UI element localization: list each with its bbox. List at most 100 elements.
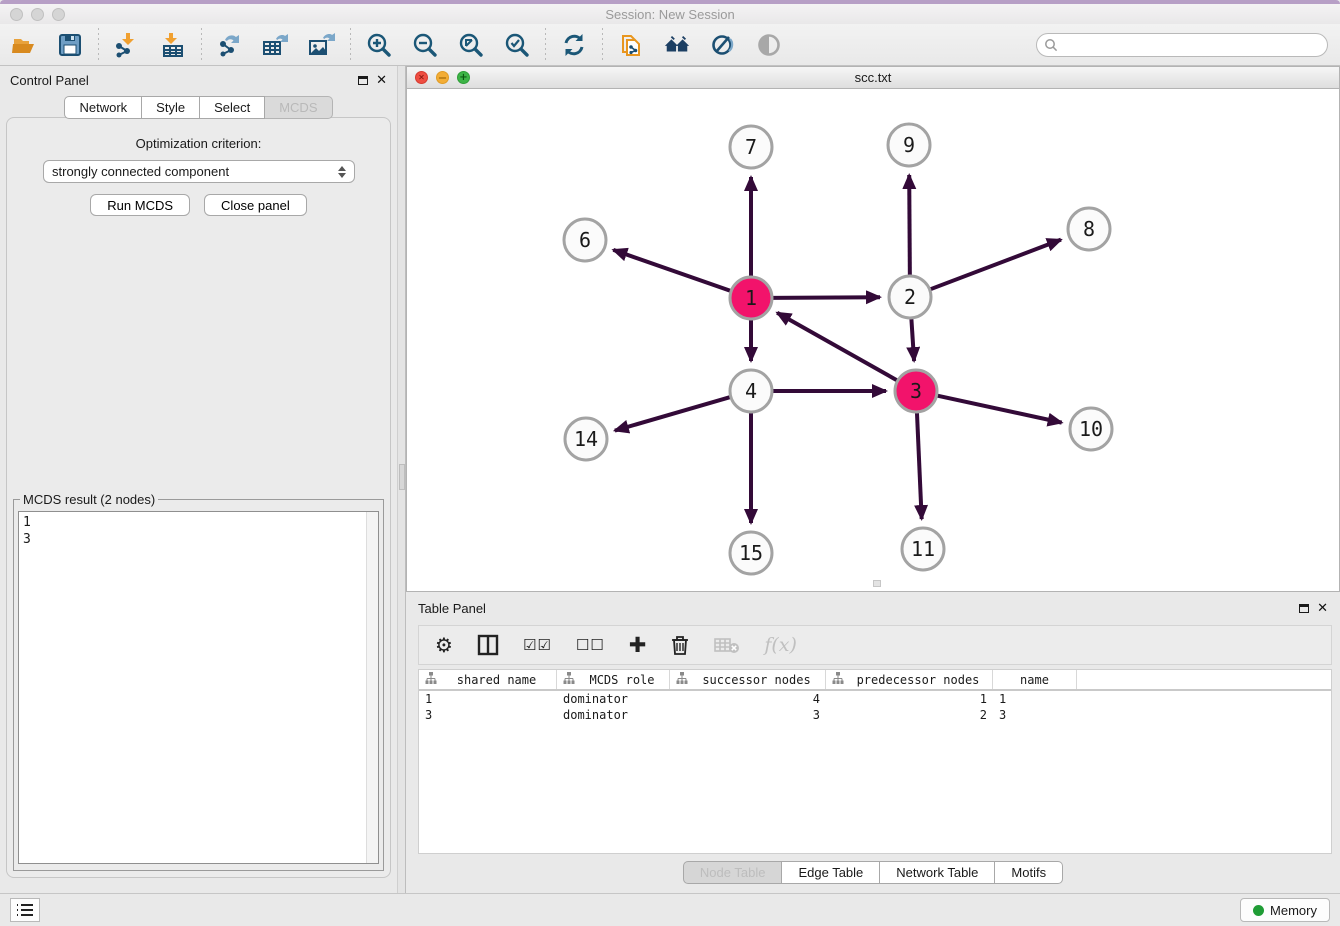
graph-node-10[interactable]: 10 — [1070, 408, 1112, 450]
export-image-icon[interactable] — [308, 31, 336, 59]
tab-node-table[interactable]: Node Table — [683, 861, 783, 884]
zoom-fit-icon[interactable] — [457, 31, 485, 59]
zoom-out-icon[interactable] — [411, 31, 439, 59]
network-view-window: scc.txt 7968124314101511 — [406, 66, 1340, 592]
table-cell[interactable]: 2 — [826, 707, 993, 723]
column-header-label: shared name — [443, 673, 550, 687]
run-mcds-button[interactable]: Run MCDS — [90, 194, 190, 216]
table-cell[interactable]: 3 — [419, 707, 557, 723]
table-body: 1dominator4113dominator323 — [419, 691, 1331, 723]
graph-node-2[interactable]: 2 — [889, 276, 931, 318]
column-layout-icon[interactable] — [477, 634, 499, 656]
search-input[interactable] — [1036, 33, 1328, 57]
network-graph[interactable]: 7 9 6 8 1 2 4 3 14 10 15 11 — [407, 89, 1339, 588]
tab-network[interactable]: Network — [64, 96, 142, 119]
birds-eye-view-icon[interactable] — [755, 31, 783, 59]
table-cell[interactable]: dominator — [557, 691, 670, 707]
table-settings-icon[interactable]: ⚙ — [435, 635, 453, 655]
mcds-result-area[interactable]: 1 3 — [18, 511, 379, 864]
table-cell[interactable]: 4 — [670, 691, 826, 707]
float-table-panel-icon[interactable] — [1299, 604, 1309, 613]
table-cell[interactable]: 1 — [826, 691, 993, 707]
toolbar-separator — [350, 28, 351, 62]
canvas-resize-handle[interactable] — [873, 580, 881, 587]
zoom-in-icon[interactable] — [365, 31, 393, 59]
graph-node-6[interactable]: 6 — [564, 219, 606, 261]
table-cell[interactable]: 1 — [993, 691, 1077, 707]
close-panel-icon[interactable]: ✕ — [376, 74, 387, 87]
table-cell[interactable]: 1 — [419, 691, 557, 707]
splitter-grip[interactable] — [399, 464, 405, 490]
table-row[interactable]: 1dominator411 — [419, 691, 1331, 707]
mcds-result-box: MCDS result (2 nodes) 1 3 — [13, 492, 384, 871]
graph-node-3[interactable]: 3 — [895, 370, 937, 412]
column-header-label: MCDS role — [581, 673, 663, 687]
tab-select[interactable]: Select — [200, 96, 265, 119]
graph-node-1[interactable]: 1 — [730, 277, 772, 319]
graph-node-7[interactable]: 7 — [730, 126, 772, 168]
column-header-successor-nodes[interactable]: successor nodes — [670, 670, 826, 689]
export-network-icon[interactable] — [216, 31, 244, 59]
function-builder-icon: f(x) — [764, 634, 797, 656]
import-network-icon[interactable] — [113, 31, 141, 59]
float-panel-icon[interactable] — [358, 76, 368, 85]
memory-label: Memory — [1270, 903, 1317, 918]
apply-layout-icon[interactable] — [560, 31, 588, 59]
optimization-criterion-select[interactable]: strongly connected component — [43, 160, 355, 183]
tab-motifs[interactable]: Motifs — [995, 861, 1063, 884]
graph-node-8[interactable]: 8 — [1068, 208, 1110, 250]
graphics-details-icon[interactable] — [709, 31, 737, 59]
graph-edge-1-6[interactable] — [613, 250, 730, 291]
graph-edge-3-11[interactable] — [917, 413, 922, 519]
search-icon — [1044, 38, 1058, 55]
graph-node-15[interactable]: 15 — [730, 532, 772, 574]
column-header-name[interactable]: name — [993, 670, 1077, 689]
close-table-panel-icon[interactable]: ✕ — [1317, 602, 1328, 615]
zoom-selected-icon[interactable] — [503, 31, 531, 59]
graph-edge-1-2[interactable] — [773, 297, 880, 298]
column-header-shared-name[interactable]: shared name — [419, 670, 557, 689]
node-label: 3 — [910, 379, 922, 403]
node-table[interactable]: shared name MCDS role successor nodesprede… — [418, 669, 1332, 854]
graph-edge-3-1[interactable] — [777, 313, 897, 380]
memory-button[interactable]: Memory — [1240, 898, 1330, 922]
column-header-predecessor-nodes[interactable]: predecessor nodes — [826, 670, 993, 689]
control-panel-tabs: NetworkStyleSelectMCDS — [0, 96, 397, 119]
select-all-icon[interactable]: ☑☑ — [523, 636, 552, 654]
tab-edge-table[interactable]: Edge Table — [782, 861, 880, 884]
tab-mcds[interactable]: MCDS — [265, 96, 332, 119]
graph-node-14[interactable]: 14 — [565, 418, 607, 460]
result-scrollbar[interactable] — [366, 512, 378, 863]
graph-edge-3-10[interactable] — [937, 396, 1061, 423]
table-cell[interactable]: 3 — [993, 707, 1077, 723]
close-panel-button[interactable]: Close panel — [204, 194, 307, 216]
save-session-icon[interactable] — [56, 31, 84, 59]
graph-node-11[interactable]: 11 — [902, 528, 944, 570]
open-session-icon[interactable] — [10, 31, 38, 59]
panel-splitter[interactable] — [397, 66, 406, 893]
graph-edge-2-3[interactable] — [911, 319, 914, 361]
table-row[interactable]: 3dominator323 — [419, 707, 1331, 723]
network-canvas[interactable]: 7 9 6 8 1 2 4 3 14 10 15 11 — [407, 89, 1339, 588]
deselect-all-icon[interactable]: ☐☐ — [576, 636, 605, 654]
add-row-icon[interactable]: ✚ — [629, 635, 647, 656]
graph-node-4[interactable]: 4 — [730, 370, 772, 412]
import-table-icon[interactable] — [159, 31, 187, 59]
clone-network-icon[interactable] — [617, 31, 645, 59]
tab-style[interactable]: Style — [142, 96, 200, 119]
graph-node-9[interactable]: 9 — [888, 124, 930, 166]
first-neighbors-icon[interactable] — [663, 31, 691, 59]
tab-network-table[interactable]: Network Table — [880, 861, 995, 884]
table-cell[interactable]: dominator — [557, 707, 670, 723]
graph-edge-2-9[interactable] — [909, 175, 910, 275]
delete-row-icon[interactable] — [670, 634, 690, 656]
export-table-icon[interactable] — [262, 31, 290, 59]
column-header-mcds-role[interactable]: MCDS role — [557, 670, 670, 689]
graph-edge-4-14[interactable] — [615, 397, 730, 430]
task-history-button[interactable] — [10, 898, 40, 922]
node-label: 7 — [745, 135, 757, 159]
table-cell[interactable]: 3 — [670, 707, 826, 723]
graph-edge-2-8[interactable] — [931, 240, 1061, 290]
main-toolbar — [0, 24, 1340, 66]
delete-table-icon — [714, 636, 740, 654]
